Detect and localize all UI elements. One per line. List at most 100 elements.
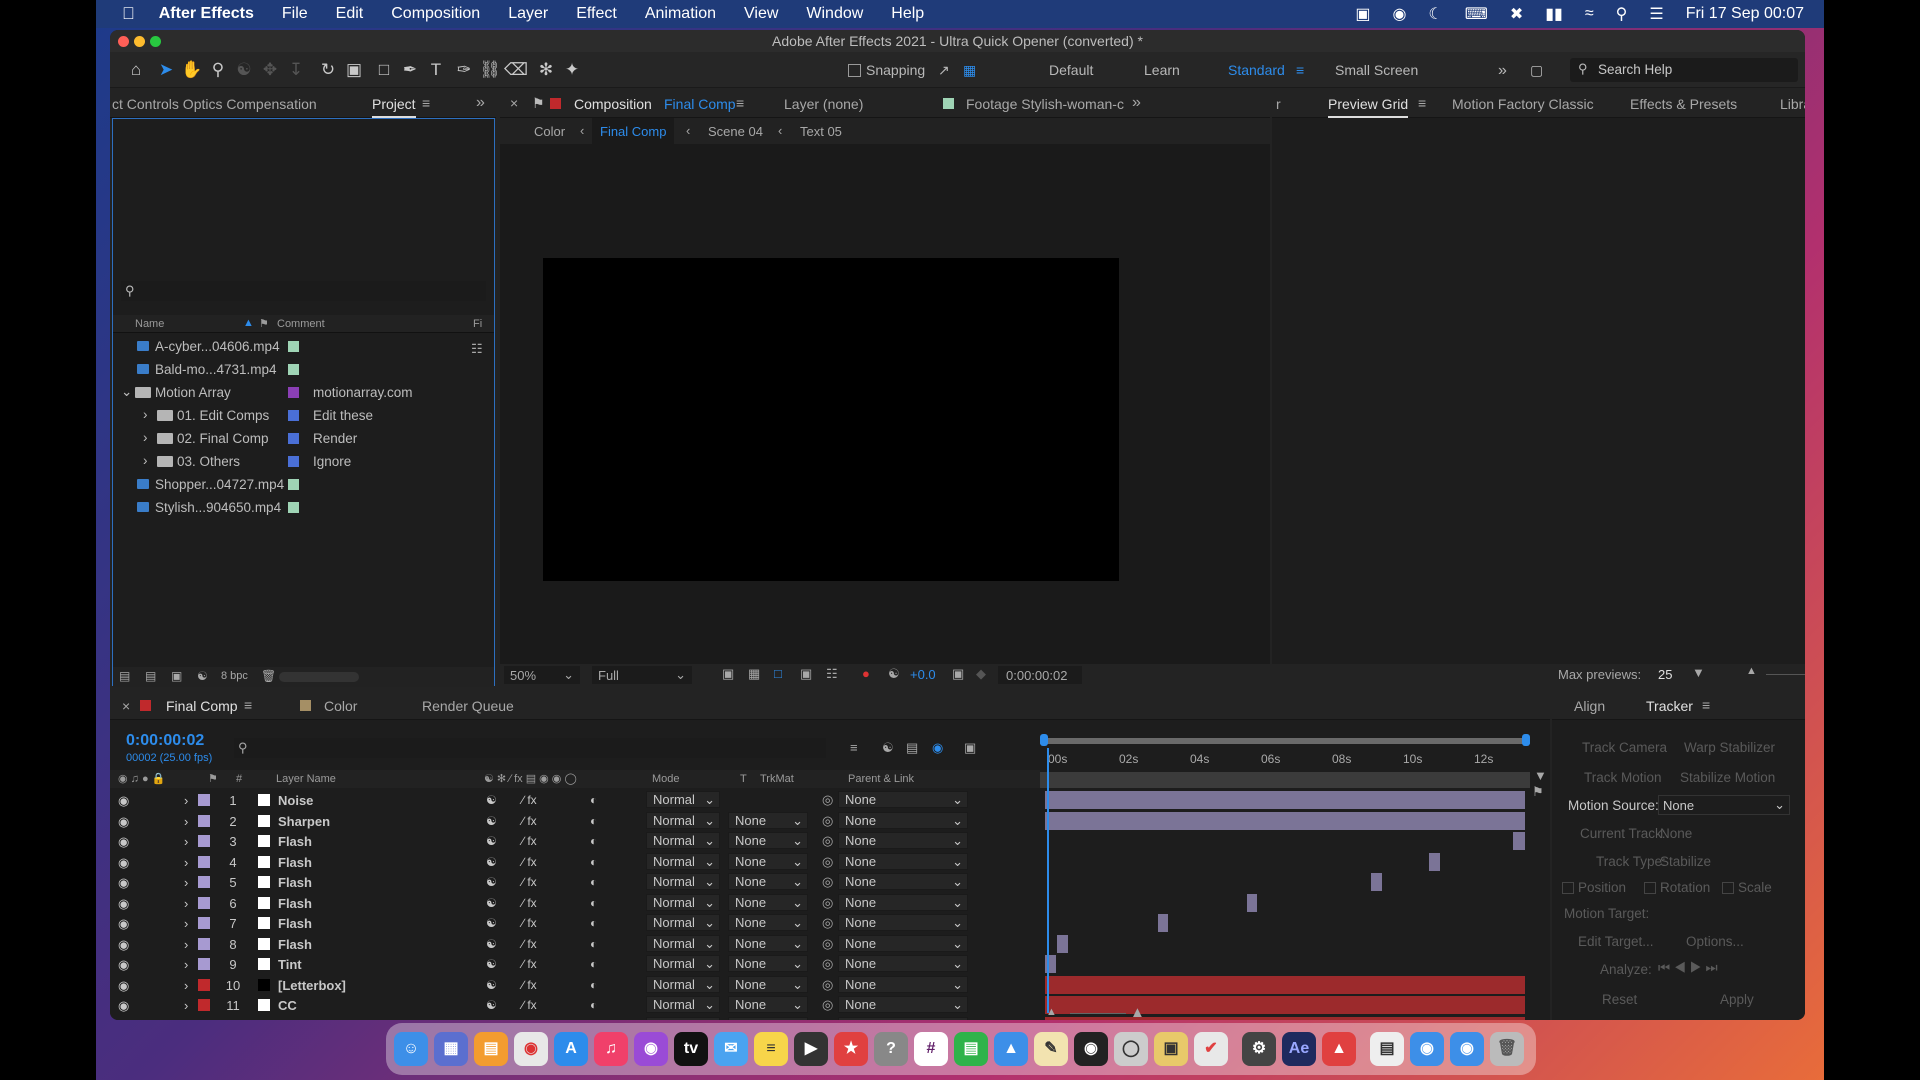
resolution-dropdown[interactable]: Full ⌄	[592, 666, 692, 684]
disk-utility-icon[interactable]: ◯	[1114, 1032, 1148, 1066]
adjustment-layer-icon[interactable]: ◐	[590, 814, 597, 828]
layer-switches-icon[interactable]: ☯	[486, 957, 497, 971]
small-size-icon[interactable]: ▲	[1746, 665, 1757, 677]
zoom-tool-icon[interactable]: ⚲	[206, 58, 230, 82]
layer-duration-bar[interactable]	[1045, 791, 1525, 809]
minimize-window-button[interactable]	[134, 36, 145, 47]
layer-name[interactable]: Flash	[278, 834, 312, 849]
motion-source-dropdown[interactable]: None ⌄	[1658, 795, 1790, 815]
rotation-checkbox[interactable]	[1644, 882, 1656, 894]
work-area-bar[interactable]	[1040, 732, 1530, 748]
pickwhip-icon[interactable]: ◎	[822, 792, 833, 808]
layer-switches-icon[interactable]: ☯	[486, 793, 497, 807]
adjustment-layer-icon[interactable]: ◐	[590, 855, 597, 869]
chevron-right-icon[interactable]: ›	[184, 875, 188, 890]
layer-switches-icon[interactable]: ☯	[486, 937, 497, 951]
comp-overflow-icon[interactable]: »	[1132, 94, 1141, 112]
roto-brush-icon[interactable]: ✻	[534, 58, 558, 82]
col-layer-name[interactable]: Layer Name	[276, 773, 336, 785]
chevron-right-icon[interactable]: ›	[184, 978, 188, 993]
snap-target-icon[interactable]: ▦	[963, 62, 976, 79]
adjustment-layer-icon[interactable]: ◐	[590, 875, 597, 889]
channel-rgb-icon[interactable]: ●	[862, 666, 870, 681]
comp-menu-icon[interactable]: ≡	[736, 95, 744, 111]
composition-navigator-bar[interactable]	[1040, 772, 1530, 788]
options-button[interactable]: Options...	[1686, 934, 1744, 949]
frame-blending-icon[interactable]: ▤	[906, 740, 918, 756]
blend-mode-dropdown[interactable]: Normal ⌄	[646, 893, 720, 911]
fx-switch-icon[interactable]: ∕ fx	[522, 875, 537, 889]
tab-align[interactable]: Align	[1574, 698, 1605, 714]
chevron-right-icon[interactable]: ›	[184, 814, 188, 829]
label-color-swatch[interactable]	[288, 502, 299, 513]
tab-project[interactable]: Project	[372, 96, 416, 118]
grid-guides-icon[interactable]: ☷	[826, 666, 838, 682]
fx-switch-icon[interactable]: ∕ fx	[522, 793, 537, 807]
project-item[interactable]: Bald-mo...4731.mp4	[113, 358, 494, 381]
label-color-swatch[interactable]	[288, 410, 299, 421]
col-t[interactable]: T	[740, 773, 747, 785]
layer-switches-icon[interactable]: ☯	[486, 834, 497, 848]
col-comment[interactable]: Comment	[277, 318, 325, 330]
adjustment-layer-icon[interactable]: ◐	[590, 916, 597, 930]
downloads-icon[interactable]: ◉	[1410, 1032, 1444, 1066]
layer-duration-bar[interactable]	[1057, 934, 1068, 953]
zoom-in-icon[interactable]: ▲	[1130, 1004, 1145, 1020]
parent-dropdown[interactable]: None ⌄	[838, 893, 968, 911]
adjustment-layer-icon[interactable]: ◐	[590, 937, 597, 951]
monday-icon[interactable]: ✔	[1194, 1032, 1228, 1066]
search-help-field[interactable]: ⚲ Search Help	[1570, 58, 1798, 82]
tab-effects-presets[interactable]: Effects & Presets	[1630, 96, 1737, 112]
pickwhip-icon[interactable]: ◎	[822, 854, 833, 870]
layer-label-swatch[interactable]	[198, 978, 210, 991]
layer-duration-bar[interactable]	[1429, 852, 1440, 871]
project-item[interactable]: ⌄ Motion Array motionarray.com	[113, 381, 494, 404]
mask-visibility-icon[interactable]: □	[774, 666, 782, 681]
clone-stamp-icon[interactable]: ⛓	[478, 58, 502, 82]
workspace-small-screen[interactable]: Small Screen	[1335, 62, 1418, 78]
scale-checkbox[interactable]	[1722, 882, 1734, 894]
podcasts-icon[interactable]: ◉	[634, 1032, 668, 1066]
layer-switches-icon[interactable]: ☯	[486, 896, 497, 910]
layer-name[interactable]: Tint	[278, 957, 302, 972]
timeline-zoom-slider[interactable]	[1070, 1013, 1126, 1014]
workspace-standard[interactable]: Standard	[1228, 62, 1285, 78]
label-column-icon[interactable]: ⚑	[208, 772, 218, 785]
col-number[interactable]: #	[236, 773, 242, 785]
tab-partial[interactable]: r	[1276, 96, 1281, 112]
launchpad-icon[interactable]: ▦	[434, 1032, 468, 1066]
apply-button[interactable]: Apply	[1720, 992, 1754, 1007]
fx-switch-icon[interactable]: ∕ fx	[522, 978, 537, 992]
thumbnail-size-slider[interactable]	[1766, 674, 1805, 675]
eraser-tool-icon[interactable]: ⌫	[504, 58, 528, 82]
col-file-path[interactable]: Fi	[473, 318, 482, 330]
wifi-icon[interactable]: ≈	[1585, 5, 1594, 23]
project-item[interactable]: A-cyber...04606.mp4	[113, 335, 494, 358]
system-preferences-icon[interactable]: ⚙	[1242, 1032, 1276, 1066]
anchor-tool-icon[interactable]: ▣	[342, 58, 366, 82]
workspaces-overflow-icon[interactable]: »	[1498, 62, 1507, 80]
pickwhip-icon[interactable]: ◎	[822, 977, 833, 993]
selection-tool-icon[interactable]: ➤	[154, 58, 178, 82]
fx-switch-icon[interactable]: ∕ fx	[522, 896, 537, 910]
layer-name[interactable]: Flash	[278, 855, 312, 870]
tab-render-queue[interactable]: Render Queue	[422, 698, 514, 714]
mail-icon[interactable]: ✉	[714, 1032, 748, 1066]
current-track-dropdown[interactable]: None	[1660, 826, 1692, 841]
notes-icon[interactable]: ≡	[754, 1032, 788, 1066]
chevron-right-icon[interactable]: ›	[184, 793, 188, 808]
region-of-interest-icon[interactable]: ▣	[800, 666, 812, 682]
workspace-default[interactable]: Default	[1049, 62, 1093, 78]
motion-blur-icon[interactable]: ◉	[932, 740, 943, 756]
layer-name[interactable]: Flash	[278, 937, 312, 952]
breadcrumb-text-05[interactable]: Text 05	[800, 124, 842, 139]
col-mode[interactable]: Mode	[652, 773, 680, 785]
eye-icon[interactable]: ◉	[118, 855, 129, 871]
av-features-icon[interactable]: ◉ ♫ ● 🔒	[118, 772, 165, 785]
blend-mode-dropdown[interactable]: Normal ⌄	[646, 975, 720, 993]
parent-dropdown[interactable]: None ⌄	[838, 955, 968, 972]
layer-name[interactable]: Flash	[278, 896, 312, 911]
parent-dropdown[interactable]: None ⌄	[838, 873, 968, 890]
timeline-search-input[interactable]: ⚲	[234, 738, 826, 758]
bit-depth-button[interactable]: 8 bpc	[221, 670, 248, 682]
